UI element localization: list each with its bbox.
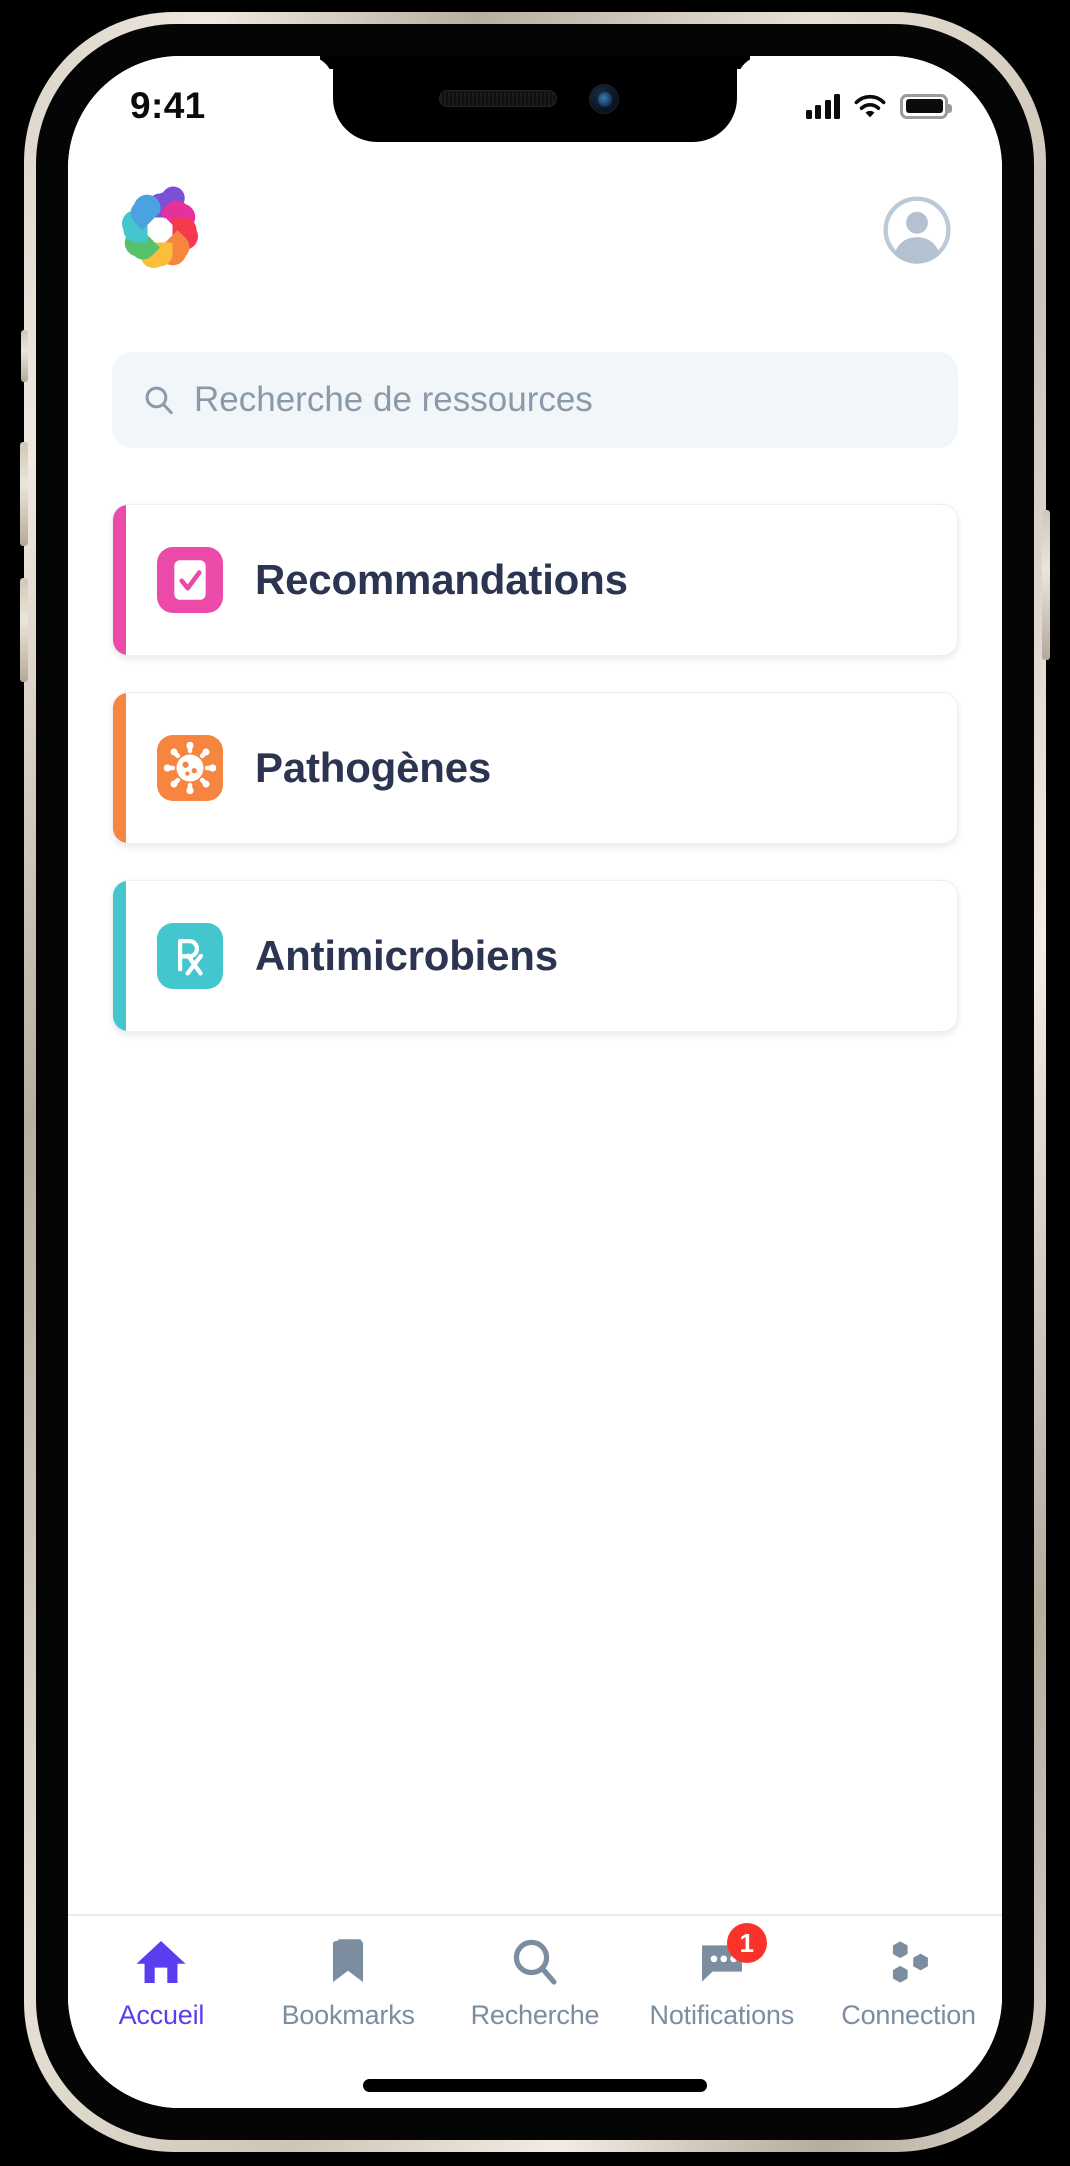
category-card-label: Antimicrobiens — [255, 932, 558, 979]
tab-label-recherche: Recherche — [470, 2000, 600, 2030]
home-icon — [136, 1941, 186, 1983]
tab-label-bookmarks: Bookmarks — [281, 2000, 415, 2030]
wifi-icon — [854, 94, 886, 118]
app-root: Recommandations — [68, 56, 1002, 2108]
tab-item-recherche[interactable]: Recherche — [442, 1934, 629, 2031]
category-list: Recommandations Pathogènes Antimicrobien… — [112, 504, 958, 1032]
tab-label-accueil: Accueil — [118, 2000, 205, 2030]
notifications-badge: 1 — [726, 1923, 767, 1963]
cellular-signal-icon — [805, 93, 840, 119]
search-icon — [513, 1939, 557, 1985]
home-indicator[interactable] — [68, 2062, 1002, 2108]
power-button[interactable] — [1042, 510, 1050, 660]
network-nodes-icon — [892, 1941, 928, 1983]
search-input[interactable] — [194, 380, 928, 420]
checkbox-checked-icon — [157, 547, 223, 613]
volume-up-button[interactable] — [20, 442, 28, 546]
front-camera-icon — [589, 84, 619, 114]
app-header — [68, 164, 1002, 296]
phone-frame: Recommandations — [20, 12, 1050, 2152]
phone-screen: Recommandations — [68, 56, 1002, 2108]
phone-bezel: Recommandations — [36, 24, 1034, 2140]
user-avatar-icon[interactable] — [882, 195, 952, 265]
network-nodes-icon-wrap — [881, 1934, 937, 1990]
chat-bubble-icon-wrap: 1 — [694, 1923, 767, 1990]
tab-item-connection[interactable]: Connection — [815, 1934, 1002, 2031]
volume-down-button[interactable] — [20, 578, 28, 682]
search-bar[interactable] — [112, 352, 958, 448]
silent-switch-button[interactable] — [21, 330, 28, 382]
tab-item-accueil[interactable]: Accueil — [68, 1934, 255, 2031]
home-icon-wrap — [133, 1934, 189, 1990]
category-card-recommandations[interactable]: Recommandations — [112, 504, 958, 656]
device-notch — [333, 56, 737, 142]
pathogen-virus-icon — [157, 735, 223, 801]
category-card-label: Recommandations — [255, 556, 628, 603]
category-card-label: Pathogènes — [255, 744, 492, 791]
category-card-pathogenes[interactable]: Pathogènes — [112, 692, 958, 844]
search-icon — [145, 386, 173, 415]
app-logo-pinwheel-icon — [122, 186, 198, 269]
tab-label-notifications: Notifications — [649, 2000, 795, 2030]
tab-label-connection: Connection — [841, 2000, 976, 2030]
status-bar-time: 9:41 — [130, 85, 206, 126]
card-accent-bar — [113, 505, 126, 655]
bookmark-icon-wrap — [320, 1934, 376, 1990]
tab-item-bookmarks[interactable]: Bookmarks — [255, 1934, 442, 2031]
prescription-rx-icon — [157, 923, 223, 989]
status-bar-icons — [805, 93, 952, 119]
earpiece-speaker-icon — [439, 90, 557, 107]
category-card-antimicrobiens[interactable]: Antimicrobiens — [112, 880, 958, 1032]
battery-full-icon — [900, 93, 952, 119]
tab-item-notifications[interactable]: 1 Notifications — [628, 1923, 815, 2031]
card-accent-bar — [113, 881, 126, 1031]
bottom-tab-bar: Accueil Bookmarks Recherche 1 Notificati… — [68, 1914, 1002, 2062]
bookmark-icon — [333, 1939, 364, 1983]
home-indicator-bar — [363, 2078, 707, 2092]
card-accent-bar — [113, 693, 126, 843]
search-icon-wrap — [507, 1934, 563, 1990]
